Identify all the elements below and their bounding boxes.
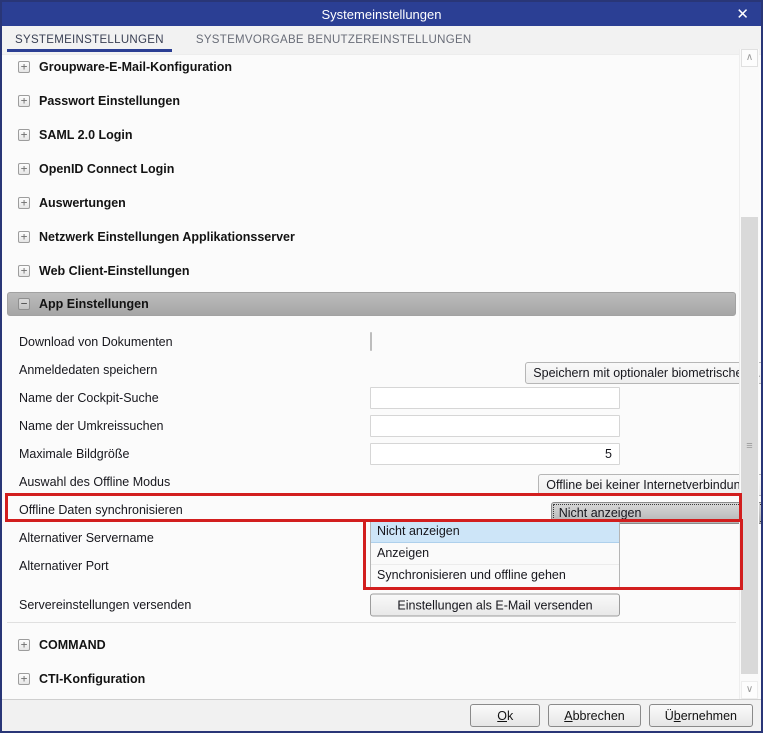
row-name-der-umkreissuchen: Name der Umkreissuchen xyxy=(2,412,761,440)
btn-text: bbrechen xyxy=(573,709,625,723)
section-app-einstellungen-header[interactable]: − App Einstellungen xyxy=(7,292,736,316)
vertical-scrollbar[interactable]: ∧ ≡ ∨ xyxy=(739,49,759,699)
abbrechen-button[interactable]: Abbrechen xyxy=(548,704,640,727)
section-label: CTI-Konfiguration xyxy=(39,672,145,686)
section-netzwerk-einstellungen-applikationsserver[interactable]: + Netzwerk Einstellungen Applikationsser… xyxy=(2,220,761,254)
scrollbar-thumb[interactable]: ≡ xyxy=(741,217,758,674)
expand-plus-icon[interactable]: + xyxy=(18,129,30,141)
btn-text: ernehmen xyxy=(681,709,737,723)
field-label: Offline Daten synchronisieren xyxy=(2,503,183,517)
expand-plus-icon[interactable]: + xyxy=(18,231,30,243)
section-openid-connect-login[interactable]: + OpenID Connect Login xyxy=(2,152,761,186)
dialog-footer: Ok Abbrechen Übernehmen xyxy=(2,699,761,731)
close-icon[interactable]: ✕ xyxy=(732,2,753,26)
btn-text: k xyxy=(507,709,513,723)
field-label: Download von Dokumenten xyxy=(2,335,173,349)
section-passwort-einstellungen[interactable]: + Passwort Einstellungen xyxy=(2,84,761,118)
field-label: Maximale Bildgröße xyxy=(2,447,129,461)
scroll-down-icon[interactable]: ∨ xyxy=(741,681,758,699)
tab-label: SYSTEMVORGABE BENUTZEREINSTELLUNGEN xyxy=(196,34,472,46)
section-command[interactable]: + COMMAND xyxy=(2,628,761,662)
expand-plus-icon[interactable]: + xyxy=(18,163,30,175)
scroll-up-icon[interactable]: ∧ xyxy=(741,49,758,67)
settings-content: + Groupware-E-Mail-Konfiguration + Passw… xyxy=(2,55,761,699)
uebernehmen-button[interactable]: Übernehmen xyxy=(649,704,753,727)
field-label: Name der Cockpit-Suche xyxy=(2,391,159,405)
expand-plus-icon[interactable]: + xyxy=(18,673,30,685)
expand-plus-icon[interactable]: + xyxy=(18,265,30,277)
section-web-client-einstellungen[interactable]: + Web Client-Einstellungen xyxy=(2,254,761,288)
row-download-von-dokumenten: Download von Dokumenten xyxy=(2,328,761,356)
section-label: App Einstellungen xyxy=(39,297,149,311)
system-settings-dialog: Systemeinstellungen ✕ SYSTEMEINSTELLUNGE… xyxy=(0,0,763,733)
titlebar: Systemeinstellungen ✕ xyxy=(2,2,761,26)
btn-mnemonic: b xyxy=(674,709,681,723)
maximale-bildgroesse-input[interactable] xyxy=(370,443,620,465)
row-servereinstellungen-versenden: Servereinstellungen versenden Einstellun… xyxy=(2,590,761,620)
btn-mnemonic: O xyxy=(497,709,507,723)
selected-value: Offline bei keiner Internetverbindung xyxy=(546,478,747,492)
row-auswahl-des-offline-modus: Auswahl des Offline Modus Offline bei ke… xyxy=(2,468,761,496)
field-label: Anmeldedaten speichern xyxy=(2,363,157,377)
dropdown-option-synchronisieren-und-offline-gehen[interactable]: Synchronisieren und offline gehen xyxy=(371,565,619,587)
section-label: OpenID Connect Login xyxy=(39,162,174,176)
collapsed-sections-top: + Groupware-E-Mail-Konfiguration + Passw… xyxy=(2,50,761,288)
offline-sync-dropdown-list: Nicht anzeigen Anzeigen Synchronisieren … xyxy=(370,520,620,588)
section-auswertungen[interactable]: + Auswertungen xyxy=(2,186,761,220)
expand-plus-icon[interactable]: + xyxy=(18,61,30,73)
einstellungen-als-email-versenden-button[interactable]: Einstellungen als E-Mail versenden xyxy=(370,594,620,617)
download-dokumente-checkbox[interactable] xyxy=(370,332,372,351)
selected-value: Nicht anzeigen xyxy=(559,506,642,520)
section-cti-konfiguration[interactable]: + CTI-Konfiguration xyxy=(2,662,761,696)
grip-icon: ≡ xyxy=(746,440,752,452)
section-label: Passwort Einstellungen xyxy=(39,94,180,108)
umkreissuchen-input[interactable] xyxy=(370,415,620,437)
anmeldedaten-speichern-select[interactable]: Speichern mit optionaler biometrischer .… xyxy=(525,362,763,384)
collapse-minus-icon[interactable]: − xyxy=(18,298,30,310)
field-label: Auswahl des Offline Modus xyxy=(2,475,170,489)
field-label: Alternativer Servername xyxy=(2,531,154,545)
section-label: COMMAND xyxy=(39,638,106,652)
chevron-down-icon: ∨ xyxy=(760,363,763,383)
dropdown-option-nicht-anzeigen[interactable]: Nicht anzeigen xyxy=(371,521,619,543)
dropdown-option-anzeigen[interactable]: Anzeigen xyxy=(371,543,619,565)
field-label: Alternativer Port xyxy=(2,559,109,573)
offline-modus-select[interactable]: Offline bei keiner Internetverbindung ∨ xyxy=(538,474,763,496)
section-label: SAML 2.0 Login xyxy=(39,128,133,142)
row-maximale-bildgroesse: Maximale Bildgröße xyxy=(2,440,761,468)
section-label: Web Client-Einstellungen xyxy=(39,264,189,278)
section-groupware-email-konfiguration[interactable]: + Groupware-E-Mail-Konfiguration xyxy=(2,50,761,84)
field-label: Name der Umkreissuchen xyxy=(2,419,164,433)
expand-plus-icon[interactable]: + xyxy=(18,95,30,107)
section-label: Groupware-E-Mail-Konfiguration xyxy=(39,60,232,74)
section-saml-login[interactable]: + SAML 2.0 Login xyxy=(2,118,761,152)
collapsed-sections-bottom: + COMMAND + CTI-Konfiguration xyxy=(2,628,761,696)
section-label: Auswertungen xyxy=(39,196,126,210)
selected-value: Speichern mit optionaler biometrischer .… xyxy=(533,366,760,380)
row-anmeldedaten-speichern: Anmeldedaten speichern Speichern mit opt… xyxy=(2,356,761,384)
row-name-der-cockpit-suche: Name der Cockpit-Suche xyxy=(2,384,761,412)
btn-mnemonic: A xyxy=(564,709,572,723)
expand-plus-icon[interactable]: + xyxy=(18,639,30,651)
tab-label: SYSTEMEINSTELLUNGEN xyxy=(15,34,164,46)
expand-plus-icon[interactable]: + xyxy=(18,197,30,209)
section-divider xyxy=(7,622,736,623)
btn-text: Ü xyxy=(665,709,674,723)
field-label: Servereinstellungen versenden xyxy=(2,598,191,612)
ok-button[interactable]: Ok xyxy=(470,704,540,727)
window-title: Systemeinstellungen xyxy=(322,7,442,22)
cockpit-suche-input[interactable] xyxy=(370,387,620,409)
section-label: Netzwerk Einstellungen Applikationsserve… xyxy=(39,230,295,244)
